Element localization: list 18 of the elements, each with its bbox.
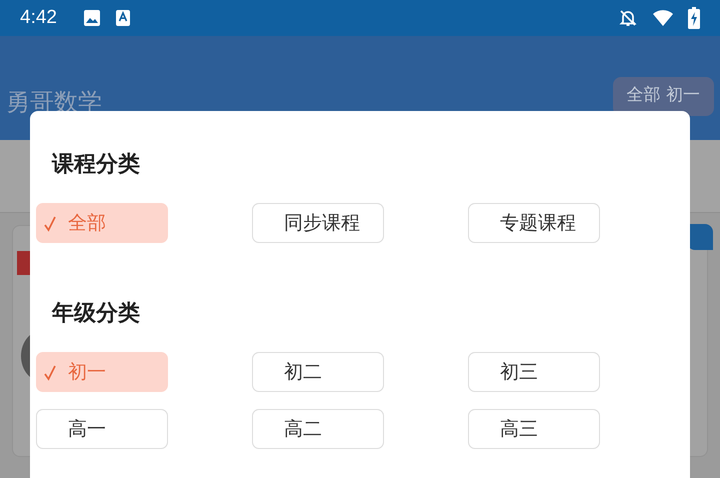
filter-option[interactable]: 高三: [468, 409, 600, 449]
check-icon: [44, 365, 56, 381]
battery-charging-icon: [688, 7, 700, 29]
filter-option[interactable]: 高二: [252, 409, 384, 449]
section-heading: 课程分类: [52, 151, 141, 179]
section-heading: 年级分类: [52, 300, 141, 328]
letter-a-icon: [114, 9, 131, 27]
bell-off-icon: [618, 8, 638, 28]
filter-option[interactable]: 初二: [252, 352, 384, 392]
filter-option[interactable]: 同步课程: [252, 203, 384, 243]
image-icon: [82, 9, 101, 27]
filter-option[interactable]: 初三: [468, 352, 600, 392]
filter-button[interactable]: 全部 初一: [612, 77, 714, 116]
wifi-icon: [652, 9, 674, 27]
filter-option[interactable]: 高一: [36, 409, 168, 449]
status-time: 4:42: [20, 7, 57, 29]
check-icon: [44, 216, 56, 232]
filter-option[interactable]: 专题课程: [468, 203, 600, 243]
